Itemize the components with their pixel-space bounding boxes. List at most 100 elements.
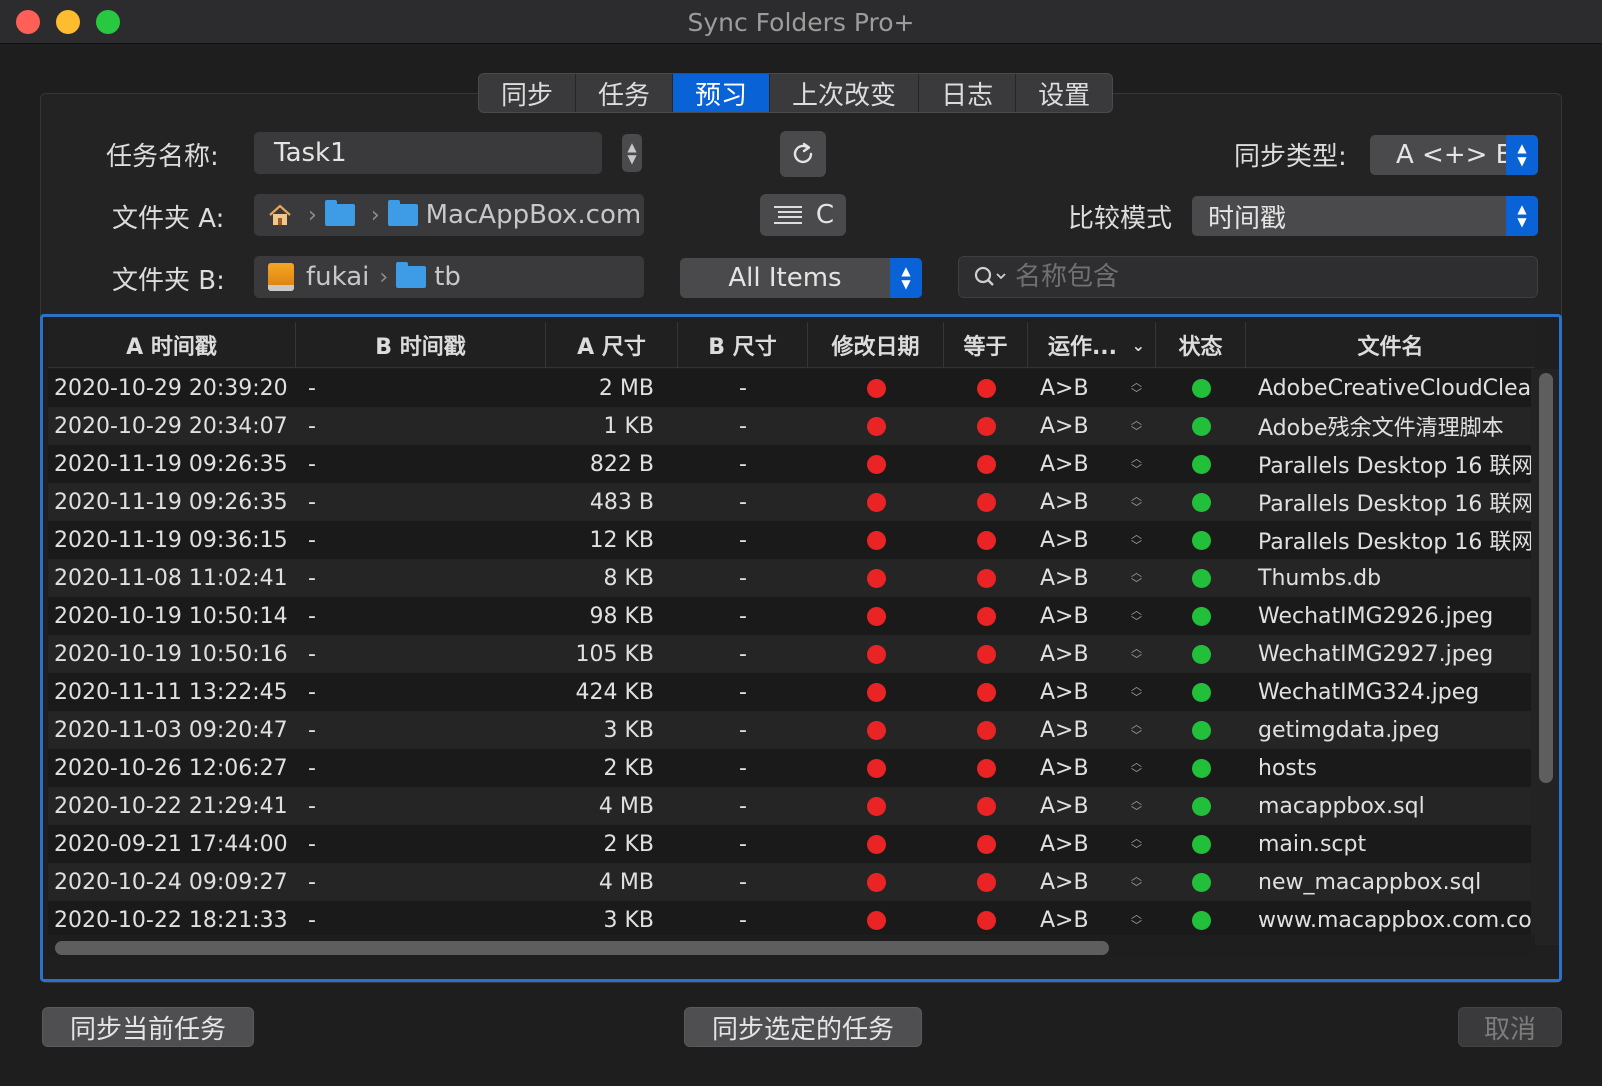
column-header-equal[interactable]: 等于 — [944, 322, 1028, 368]
table-row[interactable]: 2020-10-19 10:50:16-105 KB - A>B ︿ ﹀ WechatIM… — [48, 635, 1535, 673]
stepper-arrows-icon[interactable]: ︿ ﹀ — [1131, 491, 1142, 513]
table-row[interactable]: 2020-10-29 20:39:20-2 MB - A>B ︿ ﹀ AdobeCreat… — [48, 369, 1535, 407]
stepper-arrows-icon[interactable]: ︿ ﹀ — [1131, 529, 1142, 551]
tab-preview[interactable]: 预习 — [673, 74, 771, 112]
horizontal-scrollbar[interactable] — [55, 941, 1109, 955]
table-row[interactable]: 2020-10-19 10:50:14-98 KB - A>B ︿ ﹀ WechatIMG… — [48, 597, 1535, 635]
column-header-filename[interactable]: 文件名 — [1246, 322, 1535, 368]
cell-operation[interactable]: A>B ︿ ﹀ — [1028, 711, 1156, 749]
folder-a-path-control[interactable]: › › MacAppBox.com — [254, 194, 644, 236]
sync-current-task-button[interactable]: 同步当前任务 — [42, 1007, 254, 1047]
table-row[interactable]: 2020-10-24 09:09:27-4 MB - A>B ︿ ﹀ new_macapp… — [48, 863, 1535, 901]
tab-settings[interactable]: 设置 — [1016, 74, 1112, 112]
cell-operation[interactable]: A>B ︿ ﹀ — [1028, 901, 1156, 939]
stepper-arrows-icon[interactable]: ︿ ﹀ — [1131, 871, 1142, 893]
column-header-modified[interactable]: 修改日期 — [808, 322, 944, 368]
cell-operation[interactable]: A>B ︿ ﹀ — [1028, 635, 1156, 673]
modified-status-dot — [866, 606, 886, 626]
column-header-b-time[interactable]: B 时间戳 — [296, 322, 546, 368]
tab-sync[interactable]: 同步 — [479, 74, 577, 112]
operation-value: A>B — [1040, 641, 1089, 667]
filter-select[interactable]: All Items ▲ ▼ — [680, 258, 922, 298]
sync-selected-tasks-button[interactable]: 同步选定的任务 — [684, 1007, 922, 1047]
refresh-button[interactable] — [780, 131, 826, 177]
cell-operation[interactable]: A>B ︿ ﹀ — [1028, 787, 1156, 825]
search-field[interactable] — [958, 256, 1538, 298]
column-header-a-size[interactable]: A 尺寸 — [546, 322, 678, 368]
cell-operation[interactable]: A>B ︿ ﹀ — [1028, 673, 1156, 711]
disk-icon — [268, 263, 294, 291]
stepper-arrows-icon[interactable]: ︿ ﹀ — [1131, 833, 1142, 855]
table-row[interactable]: 2020-10-22 18:21:33-3 KB - A>B ︿ ﹀ www.macapp… — [48, 901, 1535, 939]
column-header-a-time[interactable]: A 时间戳 — [48, 322, 296, 368]
operation-value: A>B — [1040, 527, 1089, 553]
cell-operation[interactable]: A>B ︿ ﹀ — [1028, 369, 1156, 407]
tab-tasks[interactable]: 任务 — [576, 74, 674, 112]
cell-operation[interactable]: A>B ︿ ﹀ — [1028, 749, 1156, 787]
stepper-arrows-icon[interactable]: ︿ ﹀ — [1131, 567, 1142, 589]
cell-a-time: 2020-11-03 09:20:47 — [54, 717, 288, 743]
cell-operation[interactable]: A>B ︿ ﹀ — [1028, 407, 1156, 445]
cell-equal — [944, 787, 1028, 825]
table-row[interactable]: 2020-09-21 17:44:00-2 KB - A>B ︿ ﹀ main.scpt — [48, 825, 1535, 863]
table-row[interactable]: 2020-10-29 20:34:07-1 KB - A>B ︿ ﹀ Adobe残余文件清… — [48, 407, 1535, 445]
column-header-status[interactable]: 状态 — [1156, 322, 1246, 368]
stepper-arrows-icon[interactable]: ︿ ﹀ — [1131, 415, 1142, 437]
cell-equal — [944, 711, 1028, 749]
stepper-arrows-icon[interactable]: ︿ ﹀ — [1131, 757, 1142, 779]
tab-last-changes[interactable]: 上次改变 — [770, 74, 920, 112]
list-view-button[interactable]: C — [760, 194, 846, 236]
sync-type-select[interactable]: A <+> B ▲ ▼ — [1370, 135, 1538, 175]
folder-b-path-control[interactable]: fukai › tb — [254, 256, 644, 298]
modified-status-dot — [866, 568, 886, 588]
cell-operation[interactable]: A>B ︿ ﹀ — [1028, 559, 1156, 597]
search-input[interactable] — [1015, 262, 1475, 292]
chevron-down-icon: ▼ — [627, 152, 637, 166]
cell-modified — [808, 673, 944, 711]
cell-operation[interactable]: A>B ︿ ﹀ — [1028, 483, 1156, 521]
cell-modified — [808, 445, 944, 483]
stepper-arrows-icon[interactable]: ︿ ﹀ — [1131, 719, 1142, 741]
table-row[interactable]: 2020-11-19 09:26:35-483 B - A>B ︿ ﹀ Parallels… — [48, 483, 1535, 521]
vertical-scrollbar[interactable] — [1539, 373, 1553, 783]
column-header-b-size[interactable]: B 尺寸 — [678, 322, 808, 368]
tab-log[interactable]: 日志 — [919, 74, 1017, 112]
equal-status-dot — [976, 758, 996, 778]
table-row[interactable]: 2020-11-08 11:02:41-8 KB - A>B ︿ ﹀ Thumbs.db — [48, 559, 1535, 597]
cell-operation[interactable]: A>B ︿ ﹀ — [1028, 863, 1156, 901]
cell-status — [1156, 407, 1246, 445]
cell-operation[interactable]: A>B ︿ ﹀ — [1028, 521, 1156, 559]
compare-mode-select[interactable]: 时间戳 ▲ ▼ — [1192, 196, 1538, 236]
equal-status-dot — [976, 720, 996, 740]
table-row[interactable]: 2020-11-19 09:36:15-12 KB - A>B ︿ ﹀ Parallels… — [48, 521, 1535, 559]
home-icon — [269, 204, 291, 225]
column-header-operation[interactable]: 运作... ⌄ — [1028, 322, 1156, 368]
stepper-arrows-icon[interactable]: ︿ ﹀ — [1131, 795, 1142, 817]
cell-a-size: 483 B — [589, 489, 654, 515]
table-row[interactable]: 2020-11-03 09:20:47-3 KB - A>B ︿ ﹀ getimgdata… — [48, 711, 1535, 749]
stepper-arrows-icon[interactable]: ︿ ﹀ — [1131, 643, 1142, 665]
cell-a-size: 2 MB — [598, 375, 654, 401]
stepper-arrows-icon[interactable]: ︿ ﹀ — [1131, 909, 1142, 931]
stepper-arrows-icon[interactable]: ︿ ﹀ — [1131, 681, 1142, 703]
state-status-dot — [1191, 454, 1211, 474]
task-name-field[interactable]: Task1 — [254, 132, 602, 174]
cancel-button[interactable]: 取消 — [1458, 1007, 1562, 1047]
equal-status-dot — [976, 492, 996, 512]
table-row[interactable]: 2020-11-11 13:22:45-424 KB - A>B ︿ ﹀ WechatIM… — [48, 673, 1535, 711]
cell-a-size: 4 MB — [598, 793, 654, 819]
stepper-arrows-icon[interactable]: ︿ ﹀ — [1131, 453, 1142, 475]
stepper-arrows-icon[interactable]: ︿ ﹀ — [1131, 377, 1142, 399]
cell-operation[interactable]: A>B ︿ ﹀ — [1028, 597, 1156, 635]
cell-operation[interactable]: A>B ︿ ﹀ — [1028, 825, 1156, 863]
table-row[interactable]: 2020-11-19 09:26:35-822 B - A>B ︿ ﹀ Parallels… — [48, 445, 1535, 483]
task-stepper[interactable]: ▲ ▼ — [622, 134, 642, 172]
task-name-value: Task1 — [274, 138, 347, 168]
cell-b-time: - — [308, 489, 316, 515]
table-row[interactable]: 2020-10-22 21:29:41-4 MB - A>B ︿ ﹀ macappbox.… — [48, 787, 1535, 825]
cell-operation[interactable]: A>B ︿ ﹀ — [1028, 445, 1156, 483]
modified-status-dot — [866, 492, 886, 512]
cell-filename: AdobeCreativeCloudCleanerTool — [1258, 375, 1535, 401]
table-row[interactable]: 2020-10-26 12:06:27-2 KB - A>B ︿ ﹀ hosts — [48, 749, 1535, 787]
stepper-arrows-icon[interactable]: ︿ ﹀ — [1131, 605, 1142, 627]
